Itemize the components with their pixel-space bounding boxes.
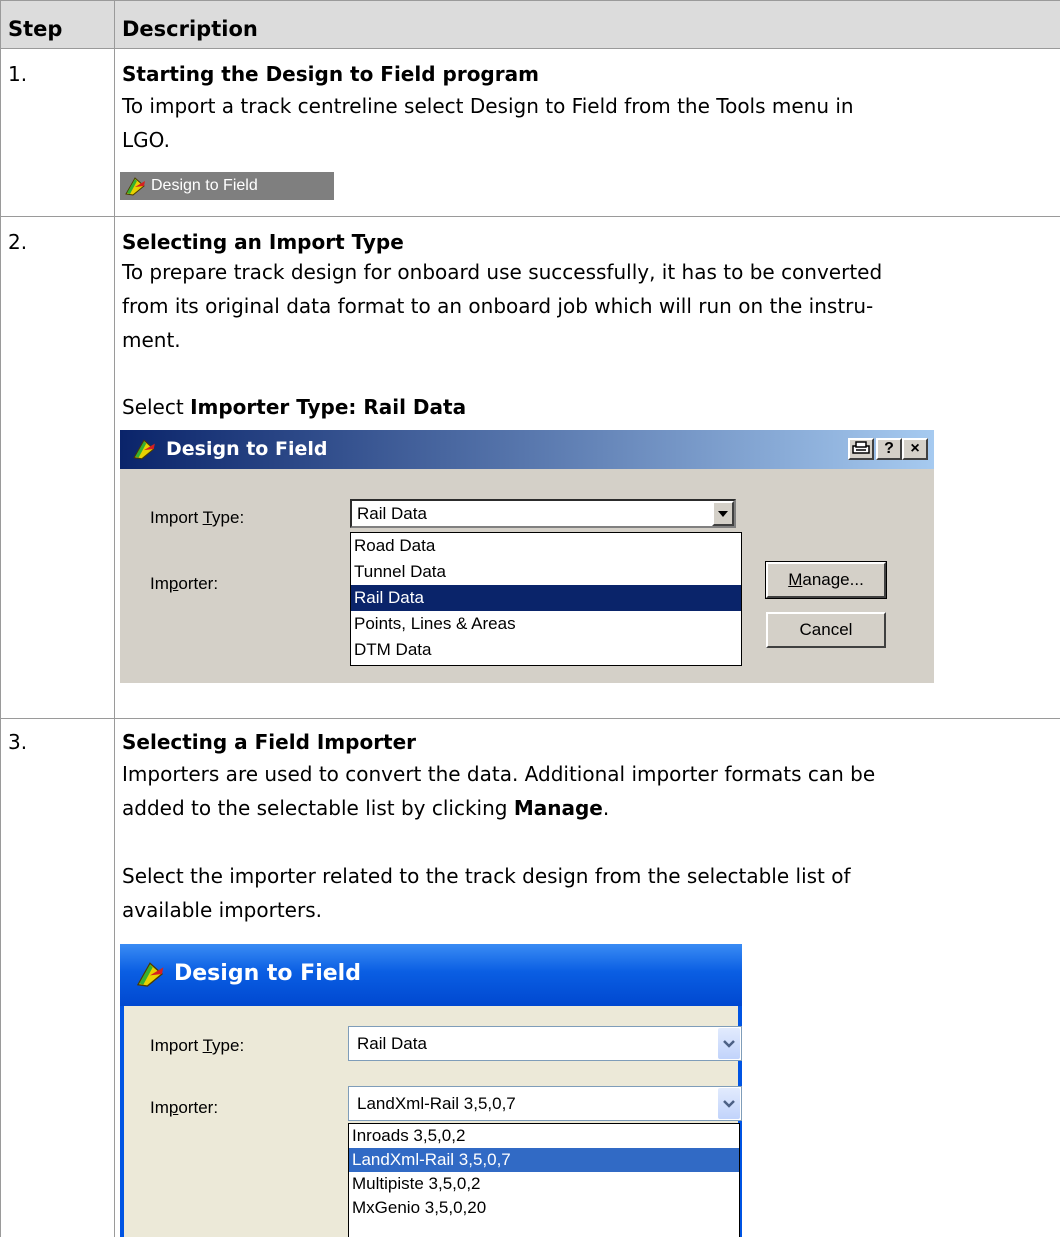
step-text-line: LGO. — [122, 128, 170, 152]
dropdown-option[interactable]: Multipiste 3,5,0,2 — [349, 1172, 739, 1196]
step-text-line: from its original data format to an onbo… — [122, 294, 874, 318]
manage-button[interactable]: Manage... — [765, 561, 887, 599]
step-text-line: To import a track centreline select Desi… — [122, 94, 854, 118]
header-step: Step — [8, 17, 63, 41]
chevron-down-icon[interactable] — [712, 501, 734, 526]
import-type-select[interactable]: Rail Data — [350, 499, 736, 528]
importer-value: LandXml-Rail 3,5,0,7 — [357, 1094, 516, 1113]
dropdown-option[interactable]: DTM Data — [351, 637, 741, 663]
table-border-left — [0, 0, 1, 1237]
import-type-value: Rail Data — [357, 504, 427, 523]
table-border-top — [0, 0, 1060, 1]
dropdown-option[interactable]: MxGenio 3,5,0,20 — [349, 1196, 739, 1220]
table-divider — [0, 718, 1060, 719]
dropdown-option[interactable]: Road Data — [351, 533, 741, 559]
header-description: Description — [122, 17, 258, 41]
design-to-field-icon — [133, 439, 155, 460]
dialog-titlebar: Design to Field ? × — [120, 430, 934, 469]
step-text-line: ment. — [122, 328, 181, 352]
step-number: 3. — [8, 730, 28, 754]
step-title: Starting the Design to Field program — [122, 62, 539, 86]
dropdown-option-selected[interactable]: Rail Data — [351, 585, 741, 611]
step-title: Selecting an Import Type — [122, 230, 404, 254]
design-to-field-dialog-xp: Design to Field Import Type: Importer: R… — [120, 944, 742, 1237]
dialog-titlebar: Design to Field — [120, 944, 742, 1006]
print-button[interactable] — [848, 438, 874, 460]
step-text-line: added to the selectable list by clicking… — [122, 796, 610, 820]
design-to-field-tool-button[interactable]: Design to Field — [120, 172, 334, 200]
importer-select[interactable]: LandXml-Rail 3,5,0,7 — [348, 1086, 742, 1121]
table-divider — [0, 48, 1060, 49]
dialog-title: Design to Field — [174, 961, 361, 986]
chevron-down-button[interactable] — [718, 1028, 740, 1059]
dropdown-option[interactable]: Points, Lines & Areas — [351, 611, 741, 637]
import-type-dropdown-list: Road Data Tunnel Data Rail Data Points, … — [350, 532, 742, 666]
dialog-body: Import Type: Importer: Rail Data LandXml… — [124, 1006, 742, 1237]
step-text-line: Importers are used to convert the data. … — [122, 762, 876, 786]
dialog-title: Design to Field — [166, 438, 328, 460]
import-type-select[interactable]: Rail Data — [348, 1026, 742, 1061]
chevron-down-button[interactable] — [718, 1088, 740, 1119]
import-type-label: Import Type: — [150, 1036, 245, 1055]
dropdown-option[interactable]: Inroads 3,5,0,2 — [349, 1124, 739, 1148]
close-button[interactable]: × — [902, 438, 928, 460]
step-text-line: Select the importer related to the track… — [122, 864, 851, 888]
chevron-down-icon — [723, 1040, 735, 1048]
design-to-field-dialog-classic: Design to Field ? × Import Type: Importe… — [120, 430, 934, 683]
design-to-field-icon — [125, 177, 145, 196]
import-type-value: Rail Data — [357, 1034, 427, 1053]
chevron-down-icon — [723, 1100, 735, 1108]
step-number: 2. — [8, 230, 28, 254]
step-text-line: To prepare track design for onboard use … — [122, 260, 883, 284]
importer-label: Importer: — [150, 1098, 219, 1117]
table-divider — [0, 216, 1060, 217]
step-number: 1. — [8, 62, 28, 86]
step-title: Selecting a Field Importer — [122, 730, 417, 754]
importer-dropdown-list: Inroads 3,5,0,2 LandXml-Rail 3,5,0,7 Mul… — [348, 1123, 740, 1237]
cancel-button[interactable]: Cancel — [766, 612, 886, 648]
help-button[interactable]: ? — [876, 438, 902, 460]
design-to-field-icon — [136, 962, 164, 987]
tool-button-label: Design to Field — [151, 177, 258, 194]
printer-icon — [852, 441, 870, 454]
importer-label: Importer: — [150, 574, 219, 593]
table-column-divider — [114, 0, 115, 1237]
dropdown-option-selected[interactable]: LandXml-Rail 3,5,0,7 — [349, 1148, 739, 1172]
dropdown-option[interactable]: Tunnel Data — [351, 559, 741, 585]
step-text-line: available importers. — [122, 898, 322, 922]
import-type-label: Import Type: — [150, 508, 245, 527]
step-select-instruction: Select Importer Type: Rail Data — [122, 395, 467, 419]
